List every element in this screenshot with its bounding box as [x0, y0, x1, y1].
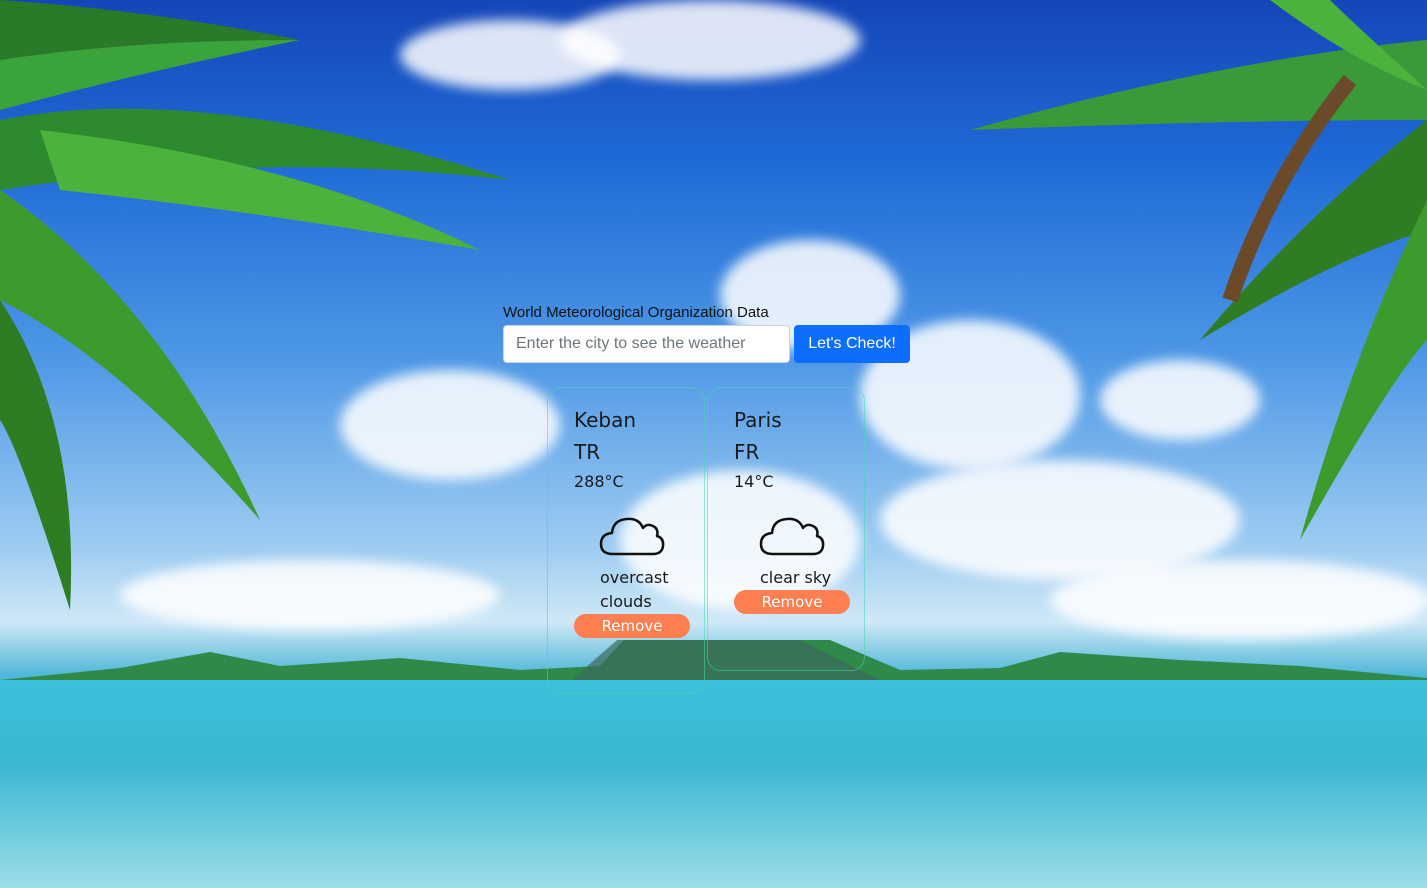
weather-app: World Meteorological Organization Data L…: [503, 304, 913, 694]
cloud-icon: [599, 514, 665, 558]
card-country: FR: [734, 440, 760, 464]
remove-button[interactable]: Remove: [734, 590, 850, 614]
weather-card-paris: Paris FR 14°C clear sky Remove: [707, 387, 865, 671]
palm-tree-right: [970, 0, 1427, 540]
card-city: Keban: [574, 408, 637, 432]
lets-check-button[interactable]: Let's Check!: [794, 325, 910, 363]
card-temperature: 288°C: [574, 472, 624, 491]
page-title: World Meteorological Organization Data: [503, 304, 769, 321]
city-search-input[interactable]: [503, 325, 790, 363]
remove-button[interactable]: Remove: [574, 614, 690, 638]
cloud-icon: [759, 514, 825, 558]
card-temperature: 14°C: [734, 472, 774, 491]
card-country: TR: [574, 440, 601, 464]
palm-tree-left: [0, 0, 510, 610]
weather-cards: Keban TR 288°C overcast clouds Remove Pa…: [547, 387, 865, 694]
card-city: Paris: [734, 408, 782, 432]
card-description: clear sky: [760, 568, 832, 587]
search-form: Let's Check!: [503, 325, 913, 363]
weather-card-keban: Keban TR 288°C overcast clouds Remove: [547, 387, 705, 694]
card-description: overcast clouds: [600, 568, 669, 611]
